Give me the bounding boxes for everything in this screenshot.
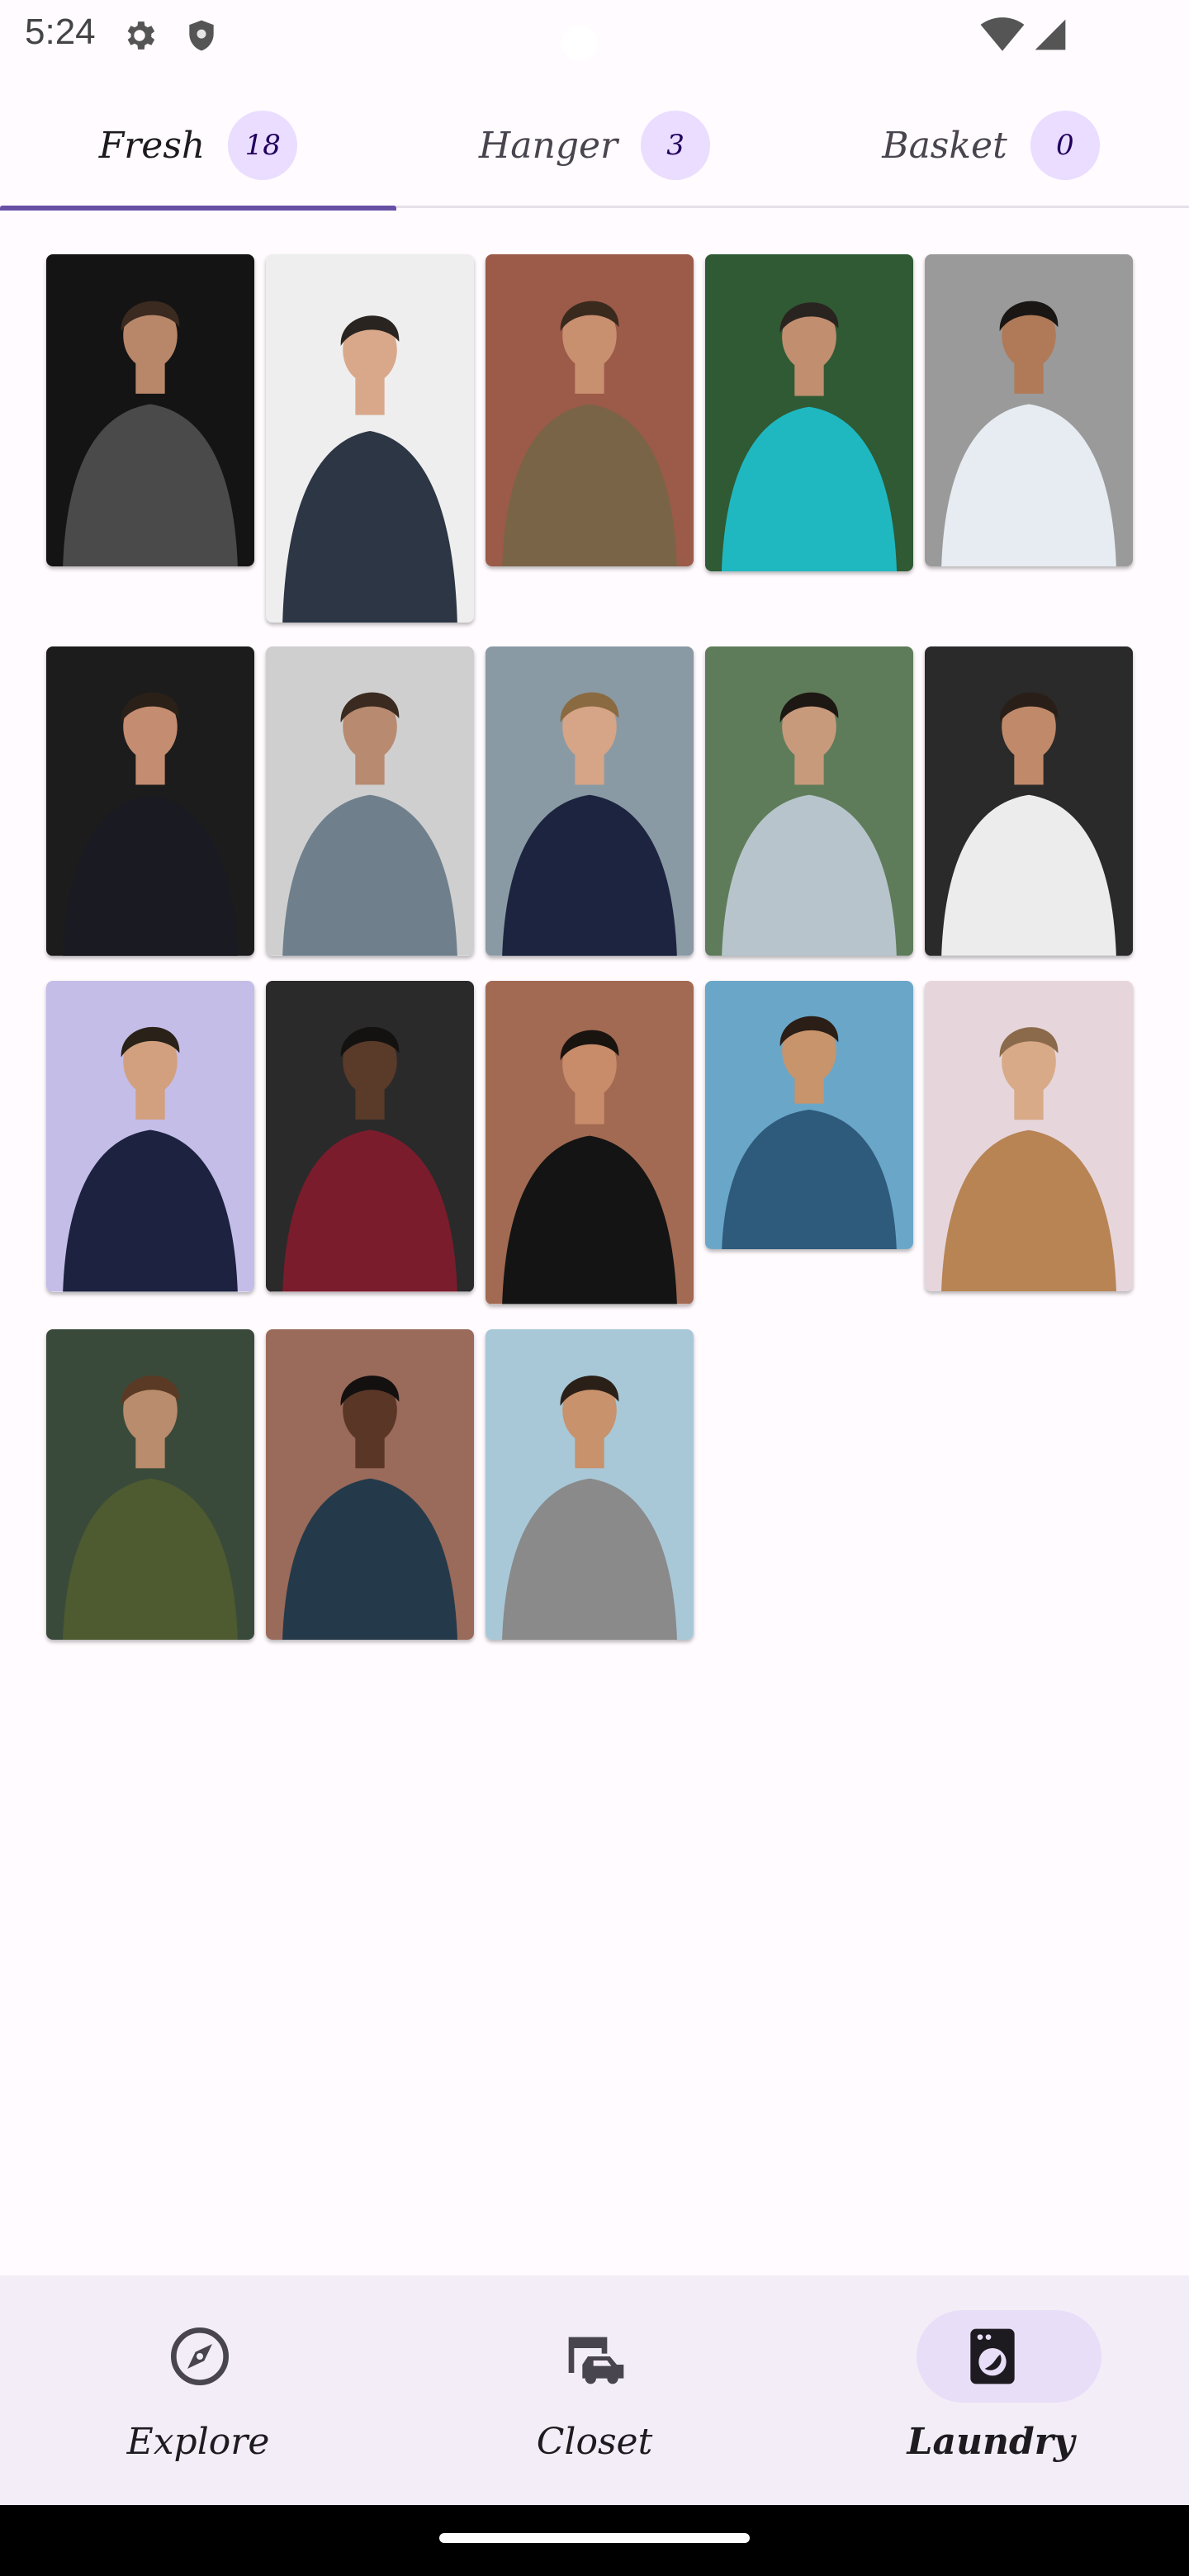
bottom-navigation: Explore Closet Laundry xyxy=(0,2275,1189,2505)
tab-label: Hanger xyxy=(478,124,618,167)
status-time: 5:24 xyxy=(25,12,96,52)
person-photo xyxy=(925,254,1133,566)
nav-item-closet[interactable]: Closet xyxy=(396,2275,793,2505)
photo-tile[interactable] xyxy=(46,254,254,566)
shield-icon xyxy=(189,20,214,51)
cell-signal-icon xyxy=(1035,19,1066,50)
person-photo xyxy=(486,254,694,566)
person-photo xyxy=(486,1329,694,1640)
gear-icon xyxy=(127,21,155,50)
person-photo xyxy=(705,646,913,956)
person-photo xyxy=(486,646,694,956)
person-photo xyxy=(46,981,254,1292)
photo-tile[interactable] xyxy=(266,254,474,623)
photo-tile[interactable] xyxy=(46,981,254,1292)
photo-tile[interactable] xyxy=(486,1329,694,1640)
photo-tile[interactable] xyxy=(486,646,694,956)
person-photo xyxy=(705,981,913,1249)
person-photo xyxy=(46,646,254,956)
person-photo xyxy=(266,981,474,1292)
wardrobe-cart-icon xyxy=(568,2337,624,2384)
photo-tile[interactable] xyxy=(46,646,254,956)
nav-item-explore[interactable]: Explore xyxy=(0,2275,396,2505)
tab-fresh[interactable]: Fresh 18 xyxy=(0,83,396,211)
person-photo xyxy=(46,254,254,566)
tab-hanger[interactable]: Hanger 3 xyxy=(396,83,793,208)
person-photo xyxy=(705,254,913,571)
tab-label: Basket xyxy=(882,124,1007,167)
tab-basket[interactable]: Basket 0 xyxy=(793,83,1189,208)
photo-tile[interactable] xyxy=(925,646,1133,956)
photo-tile[interactable] xyxy=(925,981,1133,1291)
status-bar: 5:24 xyxy=(0,0,1189,69)
photo-tile[interactable] xyxy=(925,254,1133,566)
photo-tile[interactable] xyxy=(266,646,474,956)
washing-machine-icon xyxy=(970,2328,1015,2384)
tab-bar: Fresh 18 Hanger 3 Basket 0 xyxy=(0,83,1189,211)
person-photo xyxy=(925,646,1133,956)
nav-label: Closet xyxy=(536,2421,653,2463)
compass-icon xyxy=(171,2327,229,2385)
wifi-icon xyxy=(980,17,1025,51)
tab-label: Fresh xyxy=(98,124,206,167)
person-photo xyxy=(925,981,1133,1291)
person-photo xyxy=(46,1329,254,1640)
person-photo xyxy=(266,254,474,623)
photo-tile[interactable] xyxy=(266,981,474,1292)
photo-tile[interactable] xyxy=(705,254,913,571)
nav-label: Laundry xyxy=(907,2421,1075,2463)
nav-label: Explore xyxy=(126,2421,270,2463)
person-photo xyxy=(486,981,694,1305)
photo-tile[interactable] xyxy=(266,1329,474,1640)
count-badge: 0 xyxy=(1030,111,1100,180)
photo-tile[interactable] xyxy=(705,981,913,1249)
count-badge: 18 xyxy=(228,111,298,180)
tab-selected-indicator xyxy=(0,206,396,211)
photo-tile[interactable] xyxy=(486,254,694,566)
system-gesture-area xyxy=(0,2505,1189,2576)
camera-cutout xyxy=(561,25,598,61)
photo-tile[interactable] xyxy=(486,981,694,1305)
count-badge: 3 xyxy=(641,111,711,180)
person-photo xyxy=(266,1329,474,1640)
home-gesture-handle[interactable] xyxy=(439,2533,750,2543)
photo-tile[interactable] xyxy=(705,646,913,956)
photo-tile[interactable] xyxy=(46,1329,254,1640)
nav-item-laundry[interactable]: Laundry xyxy=(793,2275,1189,2505)
person-photo xyxy=(266,646,474,956)
